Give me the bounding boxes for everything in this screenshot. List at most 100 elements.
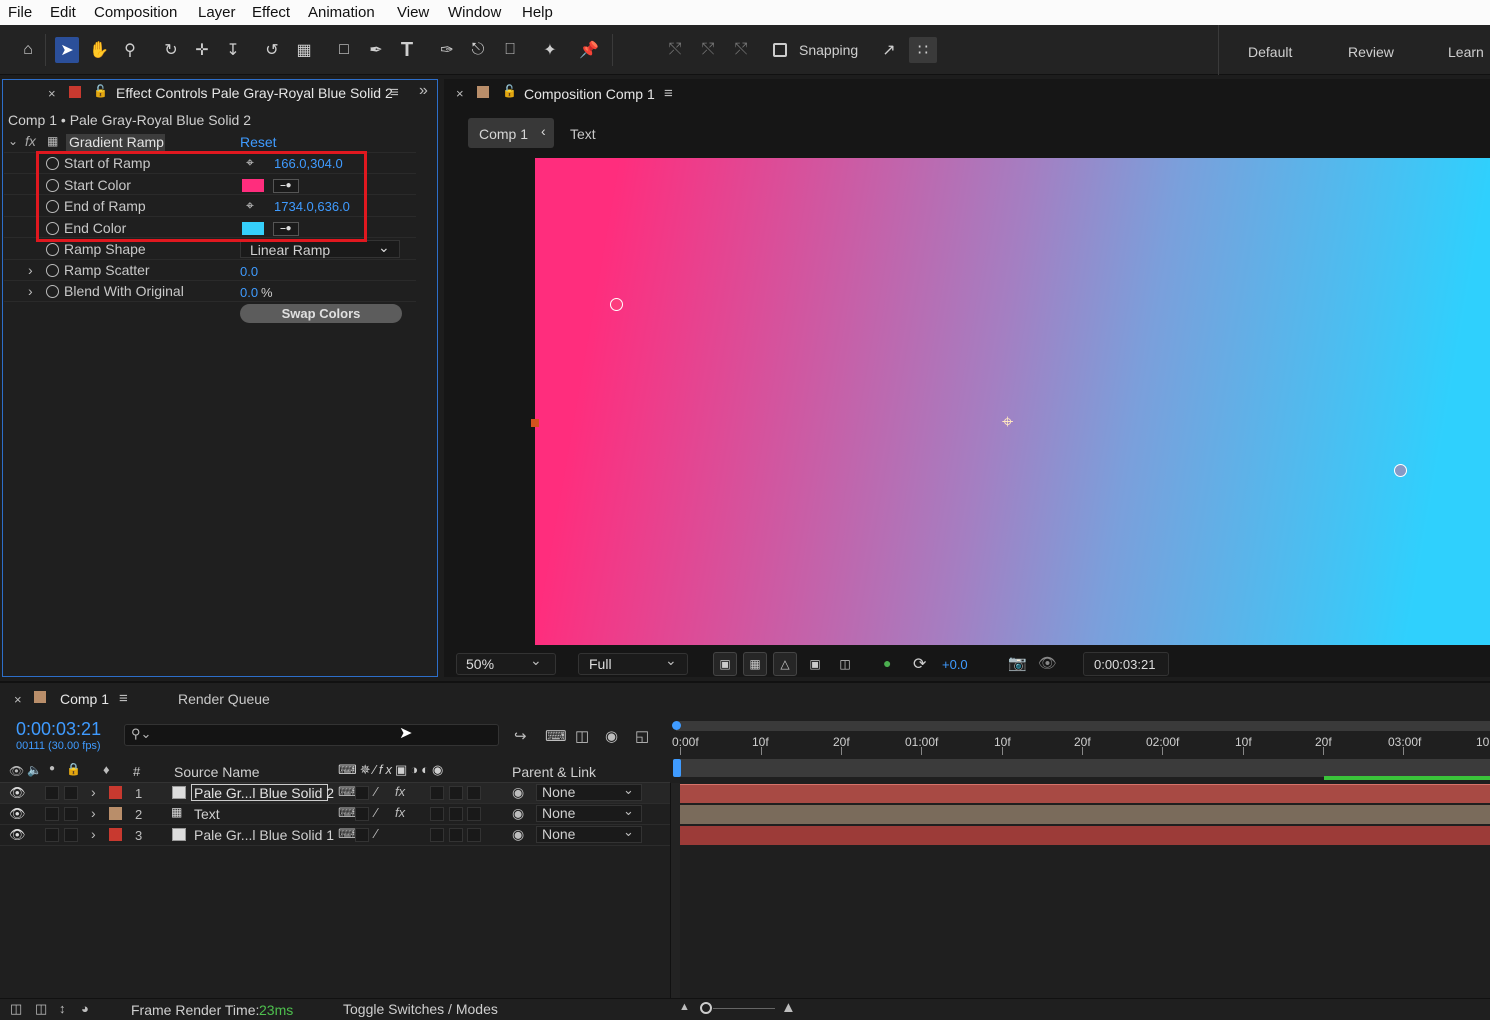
layer-label-color[interactable] [109, 807, 122, 820]
expand-chevron-icon[interactable]: › [28, 262, 33, 278]
menu-layer[interactable]: Layer [198, 4, 236, 21]
workspace-review[interactable]: Review [1348, 44, 1394, 60]
selection-tool-icon[interactable]: ➤ [55, 37, 79, 63]
start-point-handle[interactable] [610, 298, 623, 311]
hand-tool-icon[interactable]: ✋ [87, 37, 111, 63]
expand-chevron-icon[interactable]: › [28, 283, 33, 299]
menu-edit[interactable]: Edit [50, 4, 76, 21]
toggle-switches-modes[interactable]: Toggle Switches / Modes [343, 1001, 498, 1017]
view-axis-icon[interactable]: ⤲ [729, 37, 753, 63]
eraser-icon[interactable]: ⎕ [498, 37, 522, 63]
pick-whip-icon[interactable]: ◉ [512, 826, 524, 843]
lock-switch[interactable] [64, 828, 78, 842]
snapping-checkbox[interactable] [773, 43, 787, 57]
zoom-out-icon[interactable]: ▲ [679, 1001, 690, 1013]
zoom-tool-icon[interactable]: ⚲ [118, 37, 142, 63]
snap-grid-icon[interactable]: ∷ [909, 37, 937, 63]
zoom-in-icon[interactable]: ▲ [781, 999, 796, 1016]
transparency-grid-icon[interactable]: ▦ [743, 652, 767, 676]
menu-file[interactable]: File [8, 4, 32, 21]
color-channels-icon[interactable]: ● [883, 655, 891, 671]
world-axis-icon[interactable]: ⤲ [696, 37, 720, 63]
fast-preview-icon[interactable]: ▣ [713, 652, 737, 676]
eye-icon[interactable]: 👁 [9, 785, 26, 801]
column-source-name[interactable]: Source Name [174, 764, 260, 780]
layer-name[interactable]: Text [194, 806, 220, 822]
expand-chevron-icon[interactable]: › [91, 826, 96, 842]
expand-panels-icon[interactable]: » [419, 82, 428, 100]
eye-icon[interactable]: 👁 [9, 827, 26, 843]
workspace-default[interactable]: Default [1248, 44, 1292, 60]
shy-switch-icon[interactable]: ⌨ [338, 805, 357, 821]
exposure-value[interactable]: +0.0 [942, 657, 968, 672]
end-point-handle[interactable] [1394, 464, 1407, 477]
blend-value[interactable]: 0.0 [240, 285, 258, 300]
roto-brush-icon[interactable]: ✦ [538, 37, 562, 63]
rotate-tool-icon[interactable]: ↺ [260, 37, 284, 63]
dolly-camera-icon[interactable]: ↧ [221, 37, 245, 63]
frame-blending-icon[interactable]: ◉ [605, 727, 618, 745]
pen-tool-icon[interactable]: ✒ [364, 37, 388, 63]
motion-blur-switch[interactable] [449, 828, 463, 842]
frame-blend-switch[interactable] [430, 807, 444, 821]
zoom-slider-thumb[interactable] [700, 1002, 712, 1014]
quality-switch-icon[interactable]: ∕ [375, 826, 377, 841]
shy-switch-icon[interactable]: ⌨ [338, 784, 357, 800]
eye-icon[interactable]: 👁 [9, 806, 26, 822]
current-time-display[interactable]: 0:00:03:21 [16, 719, 101, 740]
adjustment-switch[interactable] [467, 786, 481, 800]
panel-menu-icon[interactable]: ≡ [390, 84, 399, 101]
collapse-switch[interactable] [355, 828, 369, 842]
motion-blur-switch[interactable] [449, 786, 463, 800]
stopwatch-icon[interactable] [46, 243, 59, 256]
frame-blend-switch[interactable] [430, 828, 444, 842]
brush-tool-icon[interactable]: ✑ [435, 37, 459, 63]
snap-option-icon[interactable]: ↗ [877, 37, 901, 63]
pan-camera-icon[interactable]: ✛ [190, 37, 214, 63]
effect-switch[interactable]: fx [395, 805, 405, 820]
collapse-switch[interactable] [355, 807, 369, 821]
draft-3d-icon[interactable]: ⌨ [545, 727, 567, 745]
mask-visibility-icon[interactable]: △ [773, 652, 797, 676]
solo-switch[interactable] [45, 828, 59, 842]
effect-controls-tab[interactable]: Effect Controls Pale Gray-Royal Blue Sol… [116, 85, 393, 101]
menu-window[interactable]: Window [448, 4, 501, 21]
lock-icon[interactable]: 🔓 [93, 84, 108, 98]
ramp-scatter-value[interactable]: 0.0 [240, 264, 258, 279]
lock-switch[interactable] [64, 786, 78, 800]
menu-view[interactable]: View [397, 4, 429, 21]
graph-editor-icon[interactable]: ◱ [635, 727, 649, 745]
hide-shy-layers-icon[interactable]: ◫ [575, 727, 589, 745]
layer-label-color[interactable] [109, 786, 122, 799]
composition-canvas[interactable] [535, 158, 1490, 645]
rectangle-tool-icon[interactable]: □ [332, 37, 356, 63]
orbit-camera-icon[interactable]: ↻ [159, 37, 183, 63]
motion-blur-switch[interactable] [449, 807, 463, 821]
work-area-bar[interactable] [676, 721, 1490, 731]
timeline-divider[interactable] [670, 783, 680, 998]
region-of-interest-icon[interactable]: ▣ [803, 652, 827, 676]
swap-colors-button[interactable]: Swap Colors [240, 304, 402, 323]
shy-switch-icon[interactable]: ⌨ [338, 826, 357, 842]
time-navigator-start[interactable] [673, 759, 681, 777]
panel-menu-icon[interactable]: ≡ [664, 85, 673, 102]
layer-handle[interactable] [531, 419, 539, 427]
solo-switch[interactable] [45, 807, 59, 821]
lock-icon[interactable]: 🔓 [502, 84, 517, 98]
reset-exposure-icon[interactable]: ⟳ [913, 654, 926, 674]
timeline-tab-comp1[interactable]: Comp 1 [60, 691, 109, 707]
local-axis-icon[interactable]: ⤲ [663, 37, 687, 63]
layer-switches-icon[interactable]: ◫ [10, 1001, 22, 1017]
in-out-icon[interactable]: ↕ [59, 1001, 66, 1016]
menu-help[interactable]: Help [522, 4, 553, 21]
layer-name[interactable]: Pale Gr...l Blue Solid 1 [194, 827, 334, 843]
menu-composition[interactable]: Composition [94, 4, 177, 21]
layer-duration-bar[interactable] [680, 805, 1490, 824]
anchor-point-icon[interactable]: ⌖ [1002, 411, 1013, 434]
panel-menu-icon[interactable]: ≡ [119, 690, 128, 707]
menu-animation[interactable]: Animation [308, 4, 375, 21]
close-tab-icon[interactable]: × [48, 86, 56, 101]
close-tab-icon[interactable]: × [14, 692, 22, 707]
close-tab-icon[interactable]: × [456, 86, 464, 101]
composition-mini-flowchart-icon[interactable]: ↪ [514, 727, 527, 745]
